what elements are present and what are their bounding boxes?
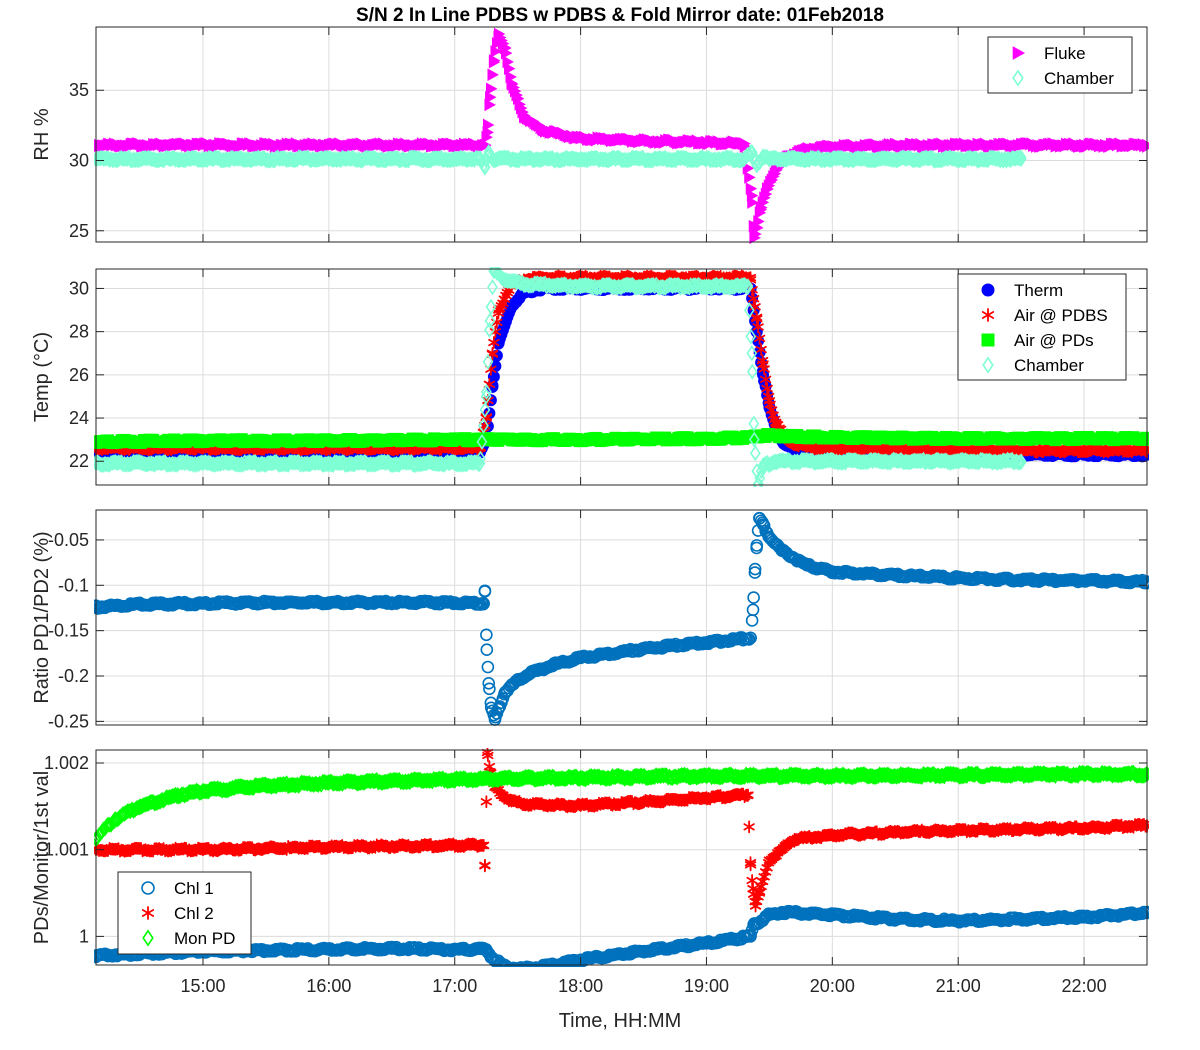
legend: Therm Air @ PDBS Air @ PDs Chamber xyxy=(957,273,1127,381)
chart-panels: 25 30 35 RH % Fluke Chamber 22 24 26 28 30 Temp (°C… xyxy=(31,26,1149,996)
y-tick-label: 28 xyxy=(69,322,89,342)
legend-label: Fluke xyxy=(1044,44,1086,63)
legend-label: Therm xyxy=(1014,281,1063,300)
legend-label: Air @ PDs xyxy=(1014,331,1094,350)
plot-area xyxy=(96,510,1147,725)
figure-title: S/N 2 In Line PDBS w PDBS & Fold Mirror … xyxy=(356,5,884,26)
legend-label: Air @ PDBS xyxy=(1014,306,1108,325)
legend-label: Chamber xyxy=(1044,69,1114,88)
data-point xyxy=(448,433,461,446)
y-tick-label: 22 xyxy=(69,451,89,471)
y-tick-label: 26 xyxy=(69,365,89,385)
y-tick-label: 30 xyxy=(69,278,89,298)
chart-panel-1: 25 30 35 RH % Fluke Chamber xyxy=(31,26,1149,244)
chart-panel-2: 22 24 26 28 30 Temp (°C) Therm Air @ PDBS Air @ … xyxy=(31,267,1149,487)
data-point xyxy=(952,432,965,445)
y-axis-label: RH % xyxy=(31,108,53,160)
y-tick-label: 24 xyxy=(69,408,89,428)
data-point xyxy=(826,431,839,444)
y-axis-label: Temp (°C) xyxy=(31,332,53,422)
data-point xyxy=(322,434,335,447)
data-point xyxy=(574,433,587,446)
legend-label: Chamber xyxy=(1014,356,1084,375)
legend: Fluke Chamber xyxy=(987,36,1133,94)
legend-marker xyxy=(981,283,995,297)
y-tick-label: 30 xyxy=(69,150,89,170)
data-point xyxy=(1078,432,1091,445)
figure: S/N 2 In Line PDBS w PDBS & Fold Mirror … xyxy=(31,5,1149,1032)
y-tick-label: 25 xyxy=(69,221,89,241)
data-point xyxy=(700,432,713,445)
legend-marker xyxy=(981,333,995,347)
data-point xyxy=(196,434,209,447)
chart-panel-3: -0.25-0.2-0.15-0.1-0.05Ratio PD1/PD2 (%) xyxy=(31,509,1149,731)
y-tick-label: 35 xyxy=(69,80,89,100)
